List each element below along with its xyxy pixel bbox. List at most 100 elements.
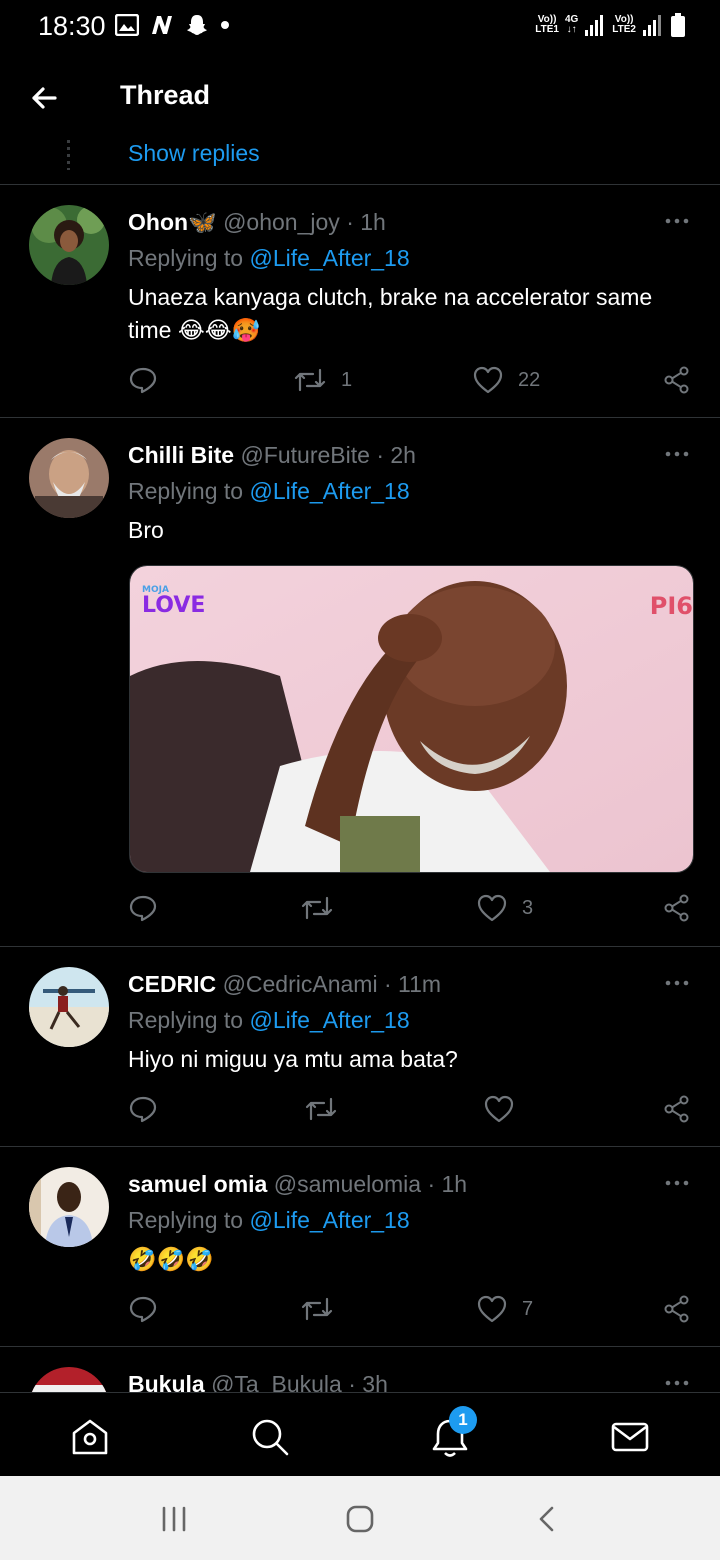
author-handle[interactable]: @FutureBite bbox=[240, 442, 369, 468]
mention-link[interactable]: @Life_After_18 bbox=[249, 245, 409, 271]
gallery-icon bbox=[115, 14, 139, 36]
heart-icon bbox=[484, 1095, 514, 1123]
tweet-actions: 7 bbox=[128, 1291, 698, 1327]
home-icon bbox=[72, 1419, 108, 1455]
retweet-icon bbox=[301, 896, 333, 920]
author-handle[interactable]: @CedricAnami bbox=[223, 971, 378, 997]
tweet-text: 🤣🤣🤣 bbox=[128, 1246, 214, 1272]
avatar[interactable] bbox=[29, 1367, 109, 1392]
reply-icon bbox=[129, 1296, 157, 1323]
tweet-time: · 11m bbox=[383, 971, 442, 997]
reply-button[interactable] bbox=[128, 1291, 158, 1327]
like-count: 3 bbox=[522, 896, 534, 919]
tweet-time: · 3h bbox=[348, 1371, 388, 1392]
share-button[interactable] bbox=[662, 362, 692, 398]
show-replies-link[interactable]: Show replies bbox=[128, 140, 260, 167]
home-button-icon[interactable] bbox=[345, 1504, 375, 1534]
tweet[interactable]: CEDRIC @CedricAnami · 11m Replying to @L… bbox=[0, 947, 720, 1147]
retweet-button[interactable]: 1 bbox=[293, 362, 352, 398]
sim2-label: Vo)) LTE2 bbox=[612, 14, 636, 35]
retweet-button[interactable] bbox=[300, 890, 348, 926]
tweet-header: CEDRIC @CedricAnami · 11m bbox=[128, 971, 441, 998]
author-handle[interactable]: @samuelomia bbox=[274, 1171, 421, 1197]
share-button[interactable] bbox=[662, 1091, 692, 1127]
tweet-actions: 1 22 bbox=[128, 362, 698, 398]
reply-icon bbox=[129, 1096, 157, 1123]
share-icon bbox=[664, 366, 689, 394]
nav-messages[interactable] bbox=[608, 1415, 652, 1459]
mention-link[interactable]: @Life_After_18 bbox=[249, 1007, 409, 1033]
author-handle[interactable]: @ohon_joy bbox=[223, 209, 340, 235]
reply-button[interactable] bbox=[128, 890, 158, 926]
share-button[interactable] bbox=[662, 1291, 692, 1327]
author-handle[interactable]: @Ta_Bukula bbox=[211, 1371, 342, 1392]
messages-icon bbox=[611, 1422, 649, 1452]
tweet-header: Ohon🦋 @ohon_joy · 1h bbox=[128, 209, 386, 236]
share-icon bbox=[664, 1095, 689, 1123]
author-name[interactable]: samuel omia bbox=[128, 1171, 267, 1197]
replying-to: Replying to @Life_After_18 bbox=[128, 245, 410, 271]
reply-icon bbox=[129, 367, 157, 394]
like-button[interactable]: 3 bbox=[476, 890, 533, 926]
replying-to: Replying to @Life_After_18 bbox=[128, 1007, 410, 1033]
retweet-icon bbox=[305, 1097, 337, 1121]
retweet-button[interactable] bbox=[300, 1291, 348, 1327]
tweet-time: · 1h bbox=[427, 1171, 468, 1197]
replying-to: Replying to @Life_After_18 bbox=[128, 478, 410, 504]
battery-icon bbox=[671, 13, 685, 37]
avatar[interactable] bbox=[29, 438, 109, 518]
status-time: 18:30 bbox=[38, 11, 106, 41]
tweet-header: samuel omia @samuelomia · 1h bbox=[128, 1171, 467, 1198]
more-icon[interactable] bbox=[664, 211, 690, 231]
like-count: 22 bbox=[518, 368, 541, 391]
network-type: 4G ↓↑ bbox=[564, 14, 579, 35]
like-count: 7 bbox=[522, 1297, 534, 1320]
retweet-button[interactable] bbox=[304, 1091, 352, 1127]
tweet[interactable]: Bukula @Ta_Bukula · 3h bbox=[0, 1347, 720, 1392]
more-icon[interactable] bbox=[664, 1173, 690, 1193]
media-logo: MOJA LOVE bbox=[142, 585, 206, 618]
replying-to: Replying to @Life_After_18 bbox=[128, 1207, 410, 1233]
reply-icon bbox=[129, 895, 157, 922]
recent-apps-icon[interactable] bbox=[159, 1504, 189, 1534]
show-replies-row: Show replies bbox=[0, 132, 720, 185]
n-icon bbox=[152, 16, 172, 34]
retweet-icon bbox=[294, 368, 326, 392]
retweet-icon bbox=[301, 1297, 333, 1321]
share-button[interactable] bbox=[662, 890, 692, 926]
back-button[interactable] bbox=[24, 78, 64, 118]
avatar[interactable] bbox=[29, 205, 109, 285]
author-name[interactable]: Bukula bbox=[128, 1371, 205, 1392]
mention-link[interactable]: @Life_After_18 bbox=[249, 478, 409, 504]
more-icon[interactable] bbox=[664, 1373, 690, 1392]
author-name[interactable]: Ohon🦋 bbox=[128, 209, 217, 235]
author-name[interactable]: CEDRIC bbox=[128, 971, 216, 997]
tweet[interactable]: Ohon🦋 @ohon_joy · 1h Replying to @Life_A… bbox=[0, 185, 720, 418]
reply-button[interactable] bbox=[128, 1091, 158, 1127]
heart-icon bbox=[477, 894, 507, 922]
system-icons: Vo)) LTE1 4G ↓↑ Vo)) LTE2 bbox=[535, 12, 686, 38]
back-nav-icon[interactable] bbox=[533, 1504, 563, 1534]
mention-link[interactable]: @Life_After_18 bbox=[249, 1207, 409, 1233]
tweet-actions: 3 bbox=[128, 890, 698, 926]
like-button[interactable]: 7 bbox=[476, 1291, 533, 1327]
avatar[interactable] bbox=[29, 967, 109, 1047]
author-name[interactable]: Chilli Bite bbox=[128, 442, 240, 468]
tweet-media-image[interactable]: MOJA LOVE PI6 bbox=[129, 565, 694, 873]
notification-icons bbox=[115, 13, 231, 37]
nav-search[interactable] bbox=[248, 1415, 292, 1459]
tweet-header: Bukula @Ta_Bukula · 3h bbox=[128, 1371, 388, 1392]
like-button[interactable]: 22 bbox=[472, 362, 540, 398]
nav-home[interactable] bbox=[68, 1415, 112, 1459]
like-button[interactable] bbox=[483, 1091, 529, 1127]
notification-badge: 1 bbox=[449, 1406, 477, 1434]
tweet[interactable]: samuel omia @samuelomia · 1h Replying to… bbox=[0, 1147, 720, 1347]
share-icon bbox=[664, 894, 689, 922]
more-icon[interactable] bbox=[664, 973, 690, 993]
more-icon[interactable] bbox=[664, 444, 690, 464]
avatar[interactable] bbox=[29, 1167, 109, 1247]
tweet-text: Unaeza kanyaga clutch, brake na accelera… bbox=[128, 284, 653, 343]
tweet-actions bbox=[128, 1091, 698, 1127]
reply-button[interactable] bbox=[128, 362, 158, 398]
snapchat-icon bbox=[187, 15, 207, 35]
